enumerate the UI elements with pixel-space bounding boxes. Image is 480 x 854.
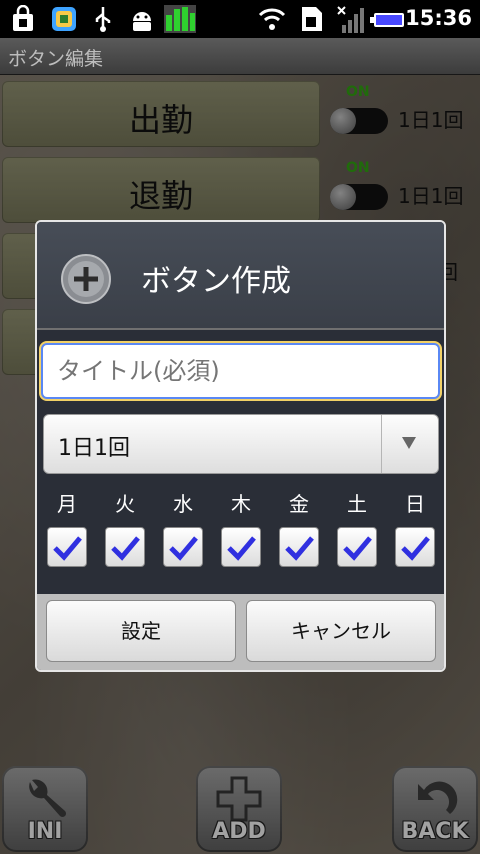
- app-title-bar: ボタン編集: [0, 38, 480, 75]
- shopping-bag-icon: [13, 5, 33, 31]
- checkmark-icon: [285, 536, 314, 561]
- checkmark-icon: [343, 536, 372, 561]
- day-checkbox-thu[interactable]: [221, 527, 261, 567]
- day-checkbox-sat[interactable]: [337, 527, 377, 567]
- frequency-select-value: 1日1回: [58, 436, 130, 461]
- day-checkbox-fri[interactable]: [279, 527, 319, 567]
- day-label-fri: 金: [289, 492, 309, 516]
- add-circle-icon: [61, 254, 111, 304]
- status-bar: 15:36: [0, 0, 480, 38]
- android-debug-icon: [133, 12, 151, 31]
- create-button-dialog: ボタン作成 1日1回 月 火 水 木 金 土 日 設定 キャンセル: [35, 220, 446, 672]
- day-label-thu: 木: [231, 492, 251, 516]
- day-checkbox-sun[interactable]: [395, 527, 435, 567]
- dialog-header: ボタン作成: [37, 222, 444, 330]
- dropdown-arrow-icon: [402, 437, 416, 449]
- frequency-select[interactable]: 1日1回: [43, 414, 439, 474]
- day-checkbox-wed[interactable]: [163, 527, 203, 567]
- checkmark-icon: [227, 536, 256, 561]
- day-checkbox-tue[interactable]: [105, 527, 145, 567]
- clock: 15:36: [405, 6, 472, 30]
- page-title: ボタン編集: [8, 48, 104, 70]
- cancel-button[interactable]: キャンセル: [246, 600, 436, 662]
- day-label-mon: 月: [57, 492, 77, 516]
- set-button[interactable]: 設定: [46, 600, 236, 662]
- wifi-icon: [258, 8, 286, 30]
- day-label-sun: 日: [405, 492, 425, 516]
- sim-card-icon: [302, 7, 322, 31]
- dialog-title: ボタン作成: [141, 264, 291, 299]
- dialog-button-bar: 設定 キャンセル: [37, 594, 444, 670]
- day-checkbox-mon[interactable]: [47, 527, 87, 567]
- select-divider: [381, 415, 382, 473]
- battery-meter-icon: [164, 5, 196, 33]
- day-label-tue: 火: [115, 492, 135, 516]
- battery-icon: [370, 13, 404, 27]
- title-input[interactable]: [41, 343, 440, 399]
- checkmark-icon: [53, 536, 82, 561]
- usb-icon: [95, 7, 111, 32]
- checkmark-icon: [111, 536, 140, 561]
- day-label-wed: 水: [173, 492, 193, 516]
- day-label-sat: 土: [347, 492, 367, 516]
- app-tile-icon: [52, 7, 76, 31]
- checkmark-icon: [169, 536, 198, 561]
- checkmark-icon: [401, 536, 430, 561]
- signal-strength-icon: [337, 6, 364, 33]
